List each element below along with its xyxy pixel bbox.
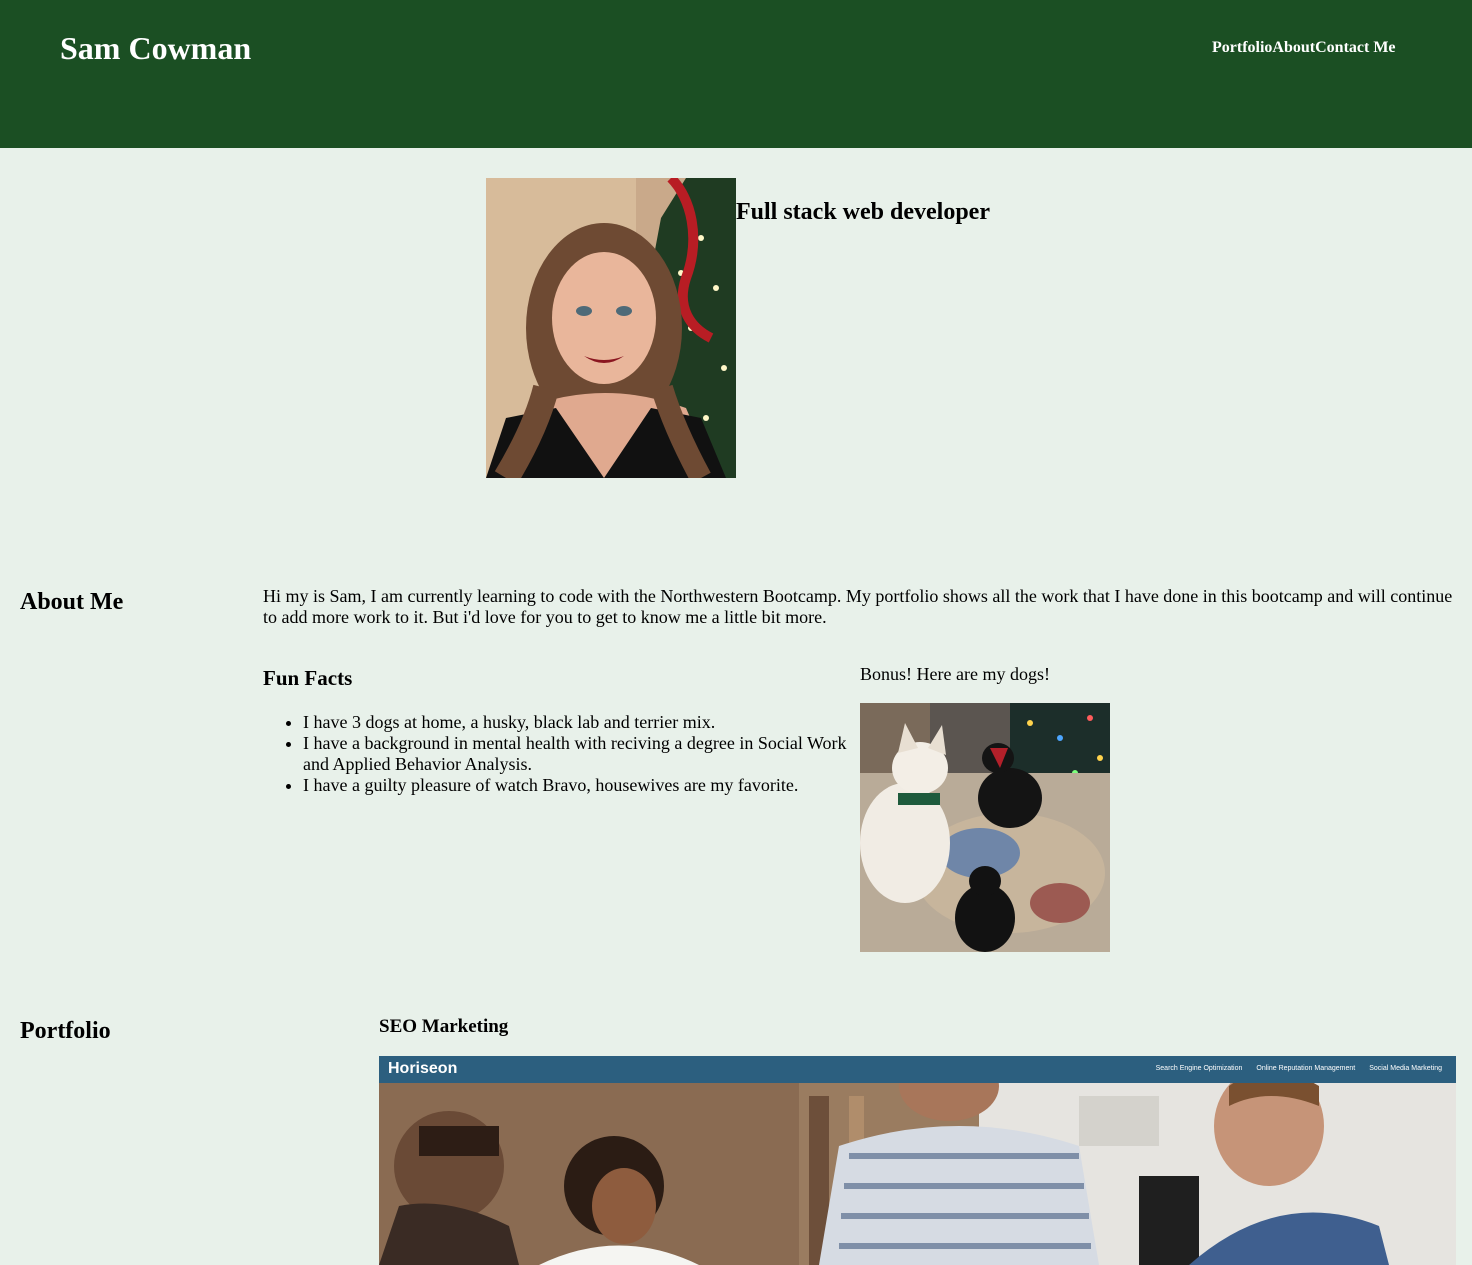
- profile-photo: [486, 178, 736, 478]
- nav-link-contact[interactable]: Contact Me: [1315, 39, 1395, 57]
- screenshot-link: Social Media Marketing: [1369, 1065, 1442, 1072]
- screenshot-link: Online Reputation Management: [1256, 1065, 1356, 1072]
- project-screenshot[interactable]: Horiseon Search Engine Optimization Onli…: [379, 1056, 1456, 1265]
- about-paragraph: Hi my is Sam, I am currently learning to…: [263, 586, 1453, 627]
- list-item: I have a background in mental health wit…: [303, 733, 853, 775]
- screenshot-nav-bar: Horiseon Search Engine Optimization Onli…: [379, 1056, 1456, 1083]
- screenshot-links: Search Engine Optimization Online Reputa…: [1156, 1064, 1442, 1074]
- fun-facts-list: I have 3 dogs at home, a husky, black la…: [263, 712, 853, 796]
- main-nav: Portfolio About Contact Me: [1212, 39, 1396, 57]
- screenshot-brand: Horiseon: [388, 1060, 458, 1077]
- portfolio-heading: Portfolio: [20, 1018, 111, 1044]
- project-title[interactable]: SEO Marketing: [379, 1016, 508, 1038]
- site-title: Sam Cowman: [60, 30, 252, 66]
- list-item: I have a guilty pleasure of watch Bravo,…: [303, 775, 853, 796]
- screenshot-link: Search Engine Optimization: [1155, 1065, 1243, 1072]
- list-item: I have 3 dogs at home, a husky, black la…: [303, 712, 853, 733]
- nav-link-about[interactable]: About: [1272, 39, 1315, 57]
- hero-tagline: Full stack web developer: [736, 199, 990, 225]
- about-heading: About Me: [20, 589, 124, 615]
- dogs-caption: Bonus! Here are my dogs!: [860, 664, 1050, 684]
- nav-link-portfolio[interactable]: Portfolio: [1212, 39, 1272, 57]
- dogs-photo: [860, 703, 1110, 952]
- site-header: Sam Cowman Portfolio About Contact Me: [0, 0, 1472, 148]
- fun-facts-heading: Fun Facts: [263, 666, 353, 690]
